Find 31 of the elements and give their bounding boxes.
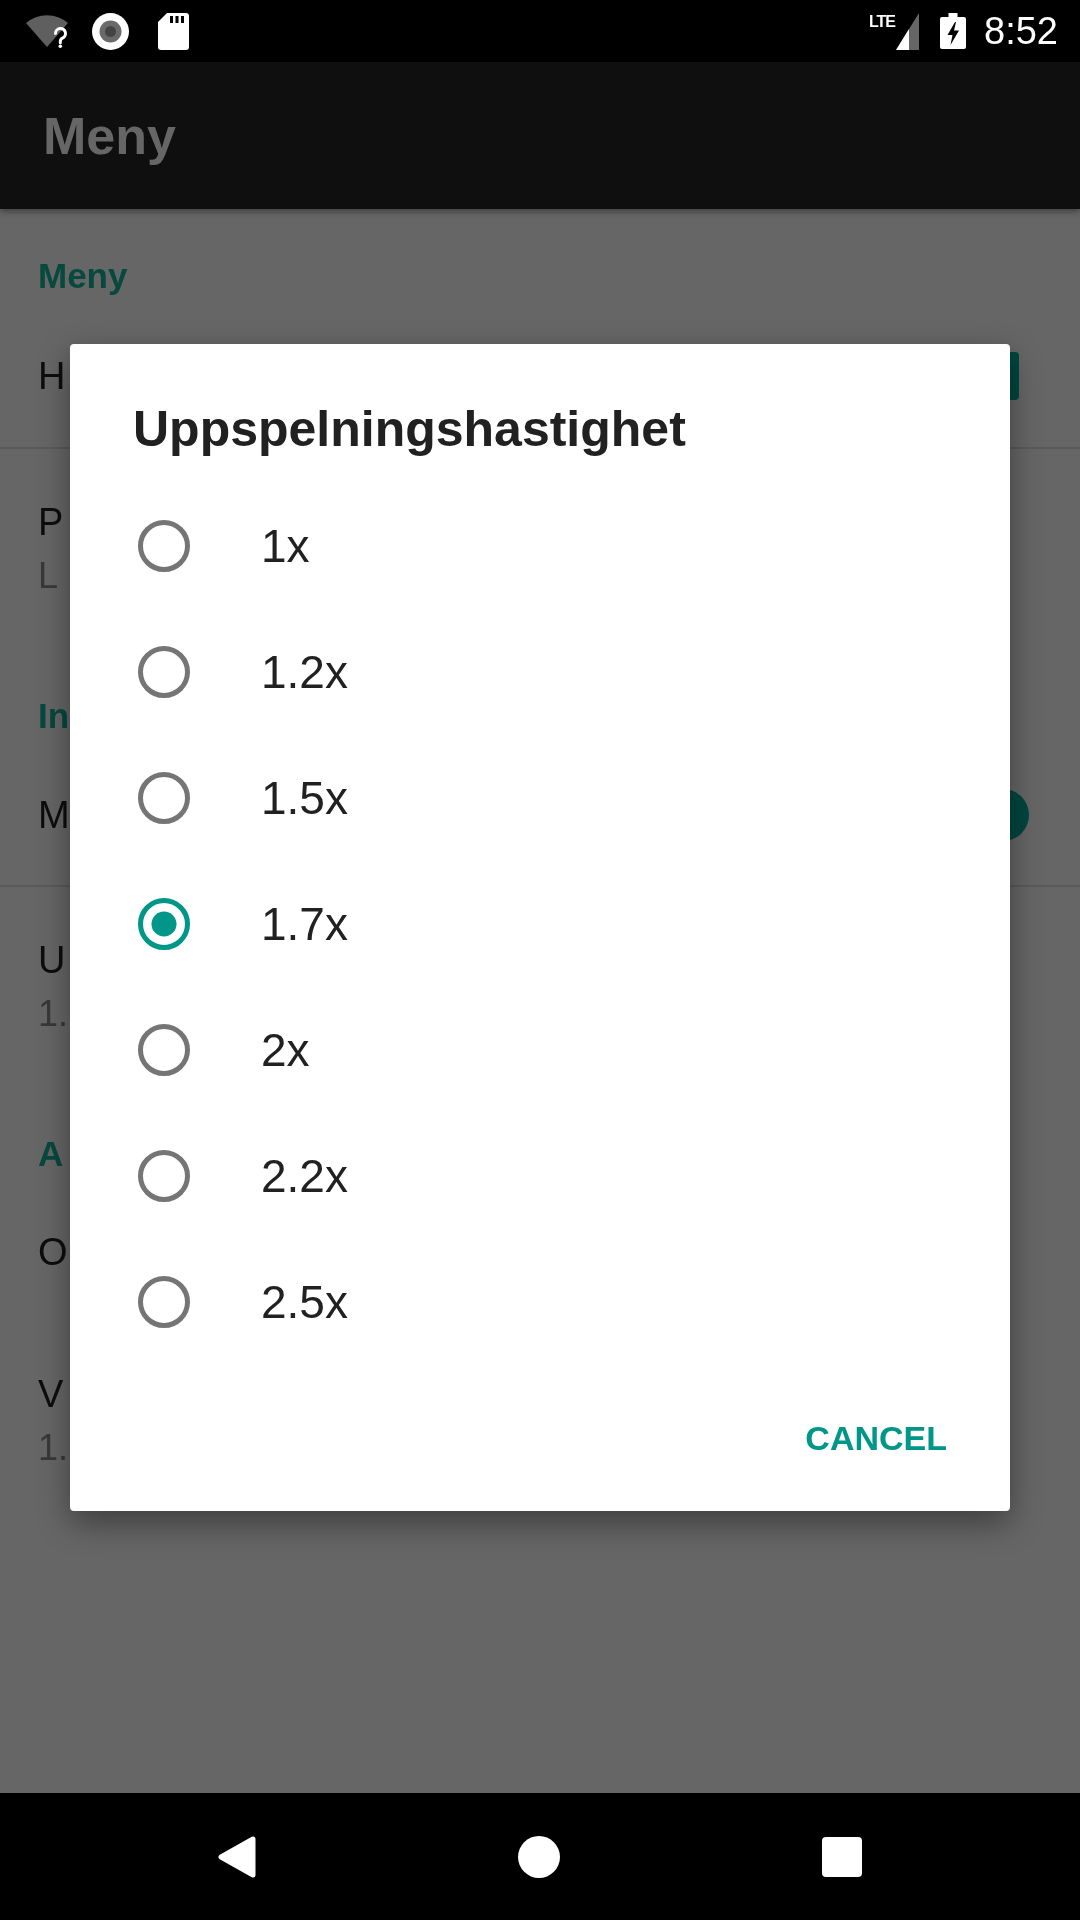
- dialog-title: Uppspelningshastighet: [133, 401, 686, 457]
- cancel-button[interactable]: CANCEL: [785, 1406, 967, 1470]
- recents-icon[interactable]: [822, 1836, 862, 1877]
- radio-button[interactable]: [138, 646, 190, 698]
- battery-charging-icon: [940, 13, 967, 49]
- radio-button[interactable]: [138, 1150, 190, 1202]
- radio-button[interactable]: [138, 520, 190, 572]
- wifi-question-icon: [26, 14, 69, 48]
- signal-icon: [896, 12, 920, 50]
- category-header: In: [38, 696, 70, 735]
- app-bar-title: Meny: [43, 105, 176, 166]
- radio-button[interactable]: [138, 1276, 190, 1328]
- checkbox[interactable]: [1010, 352, 1020, 400]
- speed-option[interactable]: 1.2x: [261, 644, 348, 700]
- radio-button[interactable]: [138, 772, 190, 824]
- category-header: A: [38, 1134, 64, 1173]
- back-icon[interactable]: [218, 1835, 256, 1878]
- speed-option[interactable]: 2x: [261, 1022, 310, 1078]
- speed-option[interactable]: 1.5x: [261, 770, 348, 826]
- sd-card-icon: [158, 12, 189, 50]
- radio-button[interactable]: [138, 1024, 190, 1076]
- speed-option[interactable]: 1x: [261, 518, 310, 574]
- category-header: Meny: [38, 256, 128, 295]
- ring-icon: [92, 12, 129, 50]
- speed-option[interactable]: 2.5x: [261, 1274, 348, 1330]
- network-type: LTE: [869, 13, 896, 31]
- home-icon[interactable]: [518, 1835, 560, 1878]
- speed-option[interactable]: 1.7x: [261, 896, 348, 952]
- radio-button[interactable]: [138, 898, 190, 950]
- clock: 8:52: [984, 9, 1058, 53]
- speed-option[interactable]: 2.2x: [261, 1148, 348, 1204]
